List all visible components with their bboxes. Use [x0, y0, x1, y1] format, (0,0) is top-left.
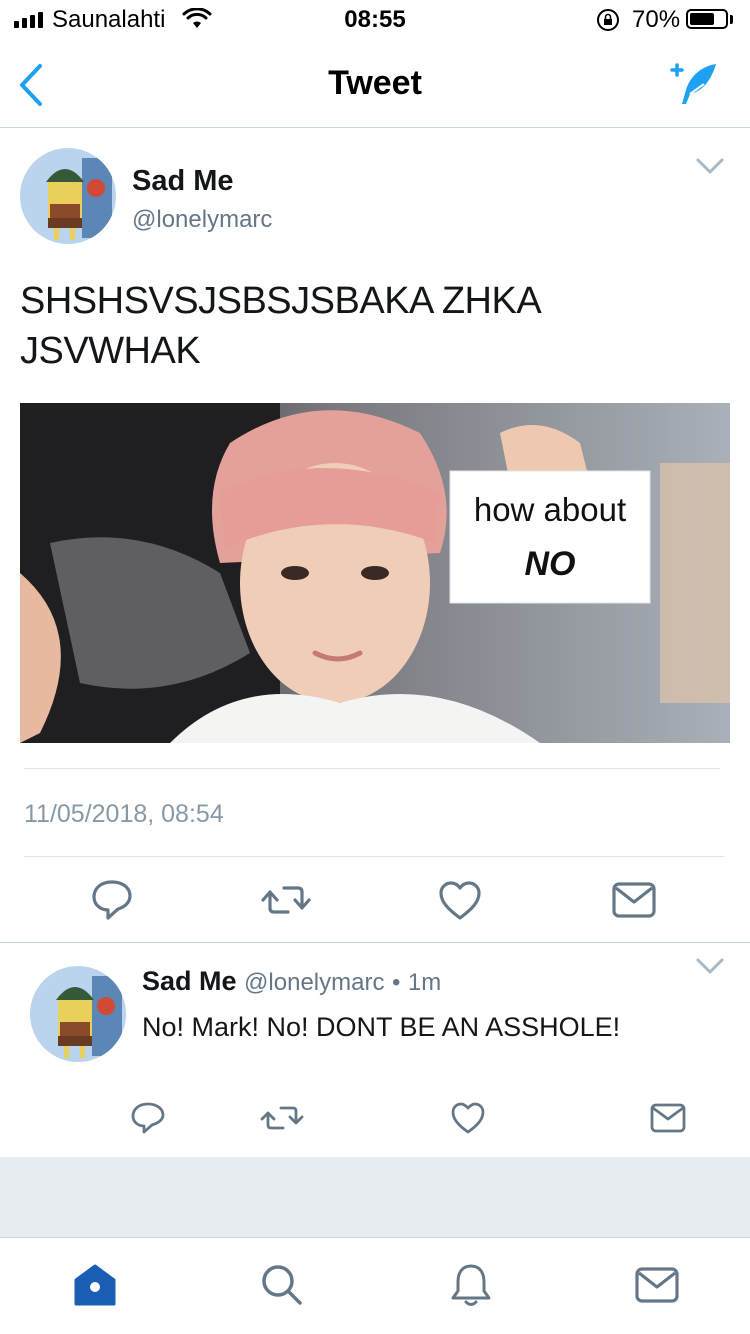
tweet-timestamp: 11/05/2018, 08:54 [24, 800, 224, 828]
chevron-down-icon[interactable] [690, 952, 730, 982]
sign-text-line1: how about [473, 491, 627, 528]
divider [0, 942, 750, 943]
avatar[interactable] [30, 966, 126, 1062]
meta-separator: • [391, 969, 401, 996]
direct-message-icon[interactable] [606, 876, 662, 924]
tweet-image[interactable]: how about NO [20, 403, 730, 743]
retweet-icon[interactable] [258, 876, 314, 924]
status-bar: Saunalahti 08:55 70% [0, 0, 750, 40]
retweet-icon[interactable] [254, 1094, 310, 1142]
direct-message-icon[interactable] [640, 1094, 696, 1142]
timeline-background [0, 1157, 750, 1237]
chevron-down-icon[interactable] [690, 152, 730, 182]
search-icon[interactable] [256, 1260, 306, 1310]
tab-bar [0, 1237, 750, 1334]
avatar[interactable] [20, 148, 116, 244]
divider [24, 768, 720, 769]
messages-icon[interactable] [632, 1260, 682, 1310]
like-icon[interactable] [432, 876, 488, 924]
compose-tweet-icon[interactable] [660, 56, 724, 112]
page-title: Tweet [328, 64, 422, 102]
home-icon[interactable] [70, 1260, 120, 1310]
rotation-lock-icon [597, 9, 619, 31]
reply-author-name[interactable]: Sad Me [142, 966, 237, 996]
sign-text-line2: NO [524, 545, 576, 583]
like-icon[interactable] [440, 1094, 496, 1142]
reply-text: No! Mark! No! DONT BE AN ASSHOLE! [142, 1012, 621, 1042]
battery-nub [730, 15, 733, 24]
battery-icon [686, 9, 728, 29]
reply-icon[interactable] [84, 876, 140, 924]
author-handle[interactable]: @lonelymarc [132, 206, 272, 234]
reply-header: Sad Me @lonelymarc • 1m [142, 966, 441, 997]
battery-percent: 70% [632, 6, 681, 33]
reply-icon[interactable] [120, 1094, 176, 1142]
reply-time: 1m [407, 969, 442, 996]
navigation-bar: Tweet [0, 40, 750, 128]
notifications-icon[interactable] [446, 1260, 496, 1310]
reply-author-handle[interactable]: @lonelymarc [244, 969, 384, 996]
author-name[interactable]: Sad Me [132, 165, 234, 198]
divider [24, 856, 724, 857]
tweet-text: SHSHSVSJSBSJSBAKA ZHKA JSVWHAK [20, 280, 540, 372]
